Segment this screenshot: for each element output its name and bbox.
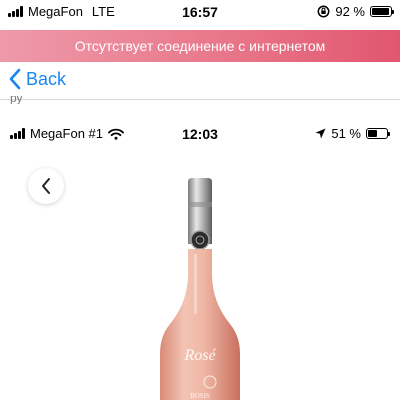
nav-bar: Back: [0, 62, 400, 100]
battery-icon: [370, 6, 394, 17]
product-image: Rosé BOSIS: [160, 178, 240, 400]
back-button[interactable]: Back: [8, 68, 66, 90]
offline-banner: Отсутствует соединение с интернетом: [0, 30, 400, 62]
chevron-left-icon: [9, 68, 21, 90]
battery-percent: 92 %: [335, 4, 365, 19]
nav-divider: [0, 99, 400, 100]
inner-battery-percent: 51 %: [331, 126, 361, 141]
location-arrow-icon: [315, 128, 326, 139]
inner-status-right: 51 %: [315, 126, 390, 141]
cut-off-text: ру: [10, 96, 23, 104]
orientation-lock-icon: [317, 5, 330, 18]
bottle-brand-text: BOSIS: [190, 392, 210, 400]
status-right: 92 %: [317, 4, 394, 19]
chevron-left-icon: [42, 178, 50, 194]
back-label: Back: [26, 68, 67, 89]
inner-status-bar: MegaFon #1 12:03 51 %: [0, 124, 400, 144]
product-back-button[interactable]: [28, 168, 64, 204]
status-bar: MegaFon LTE 16:57 92 %: [0, 0, 400, 26]
battery-icon: [366, 128, 390, 139]
bottle-label-text: Rosé: [183, 347, 216, 364]
